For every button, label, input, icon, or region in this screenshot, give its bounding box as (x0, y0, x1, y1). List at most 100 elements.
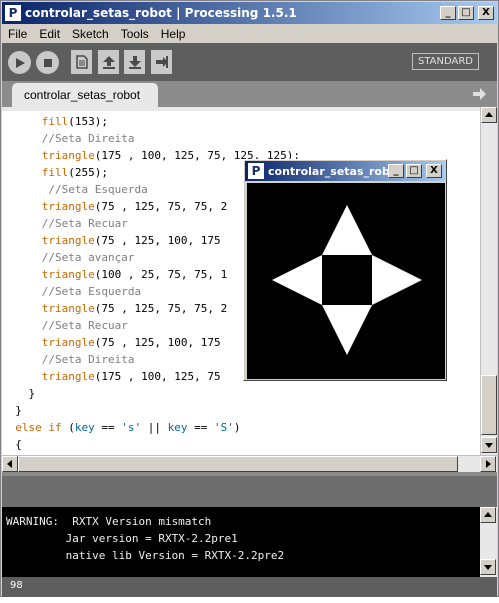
stop-icon (43, 58, 52, 67)
menu-bar: File Edit Sketch Tools Help (2, 24, 497, 43)
export-icon (155, 56, 168, 68)
code-token: triangle (41, 149, 95, 162)
menu-help[interactable]: Help (155, 27, 192, 41)
sketch-close-button[interactable]: X (426, 164, 442, 178)
code-line: triangle(75 , 125, 75, 75, 2 (2, 300, 227, 317)
editor-vertical-scrollbar[interactable] (480, 107, 497, 455)
menu-sketch[interactable]: Sketch (66, 27, 115, 41)
maximize-button[interactable]: □ (458, 6, 474, 20)
code-token: key (74, 421, 95, 434)
line-number: 98 (10, 580, 23, 591)
scroll-down-button[interactable] (481, 437, 497, 453)
sketch-window-title: controlar_setas_rob... (268, 164, 388, 178)
console-scroll-up-button[interactable] (480, 507, 496, 523)
code-line: fill(153); (2, 113, 108, 130)
code-token: (175 , 100, 125, 75 (94, 370, 221, 383)
code-token: //Seta Direita (41, 132, 135, 145)
stop-button[interactable] (36, 51, 59, 74)
code-token: ( (61, 421, 75, 434)
menu-tools[interactable]: Tools (115, 27, 155, 41)
main-titlebar[interactable]: P controlar_setas_robot | Processing 1.5… (2, 2, 497, 24)
processing-app-icon: P (5, 5, 21, 21)
sketch-canvas[interactable] (247, 183, 445, 379)
code-line: else if (key == 's' || key == 'S') (2, 419, 240, 436)
console-scroll-down-button[interactable] (480, 559, 496, 575)
save-button[interactable] (124, 50, 145, 74)
console-output[interactable]: WARNING: RXTX Version mismatch Jar versi… (2, 507, 480, 577)
export-button[interactable] (151, 50, 172, 74)
code-line: //Seta Esquerda (2, 181, 148, 198)
menu-edit[interactable]: Edit (33, 27, 66, 41)
arrow-right-icon (486, 460, 491, 468)
sketch-minimize-button[interactable]: _ (388, 164, 404, 178)
code-token: fill (41, 166, 69, 179)
sketch-maximize-button[interactable]: □ (406, 164, 422, 178)
code-token: (75 , 125, 100, 175 (94, 234, 221, 247)
arrow-right-shape (372, 255, 422, 305)
code-line: //Seta Esquerda (2, 283, 141, 300)
scrollbar-thumb[interactable] (481, 375, 497, 435)
code-line: //Seta Recuar (2, 215, 128, 232)
code-token: } (2, 404, 22, 417)
tab-bar: controlar_setas_robot (2, 81, 497, 107)
tab-menu-arrow-icon[interactable] (471, 86, 487, 102)
code-token: triangle (41, 302, 95, 315)
code-line: fill(255); (2, 164, 108, 181)
code-token: (75 , 125, 75, 75, 2 (94, 302, 228, 315)
center-square (322, 255, 372, 305)
code-line: { (2, 436, 22, 453)
code-token: triangle (41, 336, 95, 349)
code-token: else if (15, 421, 62, 434)
arrow-down-shape (322, 305, 372, 355)
processing-app-icon: P (248, 163, 264, 179)
code-token: } (2, 387, 36, 400)
editor-horizontal-scrollbar[interactable] (2, 455, 497, 472)
code-token: 'S' (213, 421, 234, 434)
close-button[interactable]: X (478, 6, 494, 20)
new-button[interactable] (71, 50, 92, 74)
save-icon (128, 56, 141, 69)
mode-selector[interactable]: STANDARD (411, 53, 479, 70)
arrow-down-icon (485, 443, 493, 448)
code-line: //Seta Direita (2, 130, 135, 147)
toolbar: STANDARD (2, 43, 497, 81)
arrow-down-icon (484, 565, 492, 570)
message-area (2, 472, 497, 507)
sketch-output-window: P controlar_setas_rob... _ □ X (243, 159, 447, 381)
code-token: fill (41, 115, 69, 128)
arrow-left-icon (7, 460, 12, 468)
scroll-left-button[interactable] (2, 456, 18, 472)
horizontal-scrollbar-thumb[interactable] (18, 456, 458, 472)
code-token: (255); (68, 166, 108, 179)
code-token: 's' (121, 421, 142, 434)
code-line: triangle(75 , 125, 100, 175 (2, 334, 221, 351)
minimize-button[interactable]: _ (440, 6, 456, 20)
code-token: triangle (41, 268, 95, 281)
sketch-titlebar[interactable]: P controlar_setas_rob... _ □ X (245, 161, 445, 181)
code-token: //Seta Esquerda (48, 183, 148, 196)
tab-controlar-setas-robot[interactable]: controlar_setas_robot (12, 83, 158, 107)
code-line: //Seta avançar (2, 249, 135, 266)
code-line: //Seta Recuar (2, 317, 128, 334)
scroll-up-button[interactable] (481, 107, 497, 123)
open-button[interactable] (98, 50, 119, 74)
scroll-right-button[interactable] (480, 456, 496, 472)
code-token: == (187, 421, 214, 434)
console-scrollbar[interactable] (480, 507, 497, 577)
console-line: native lib Version = RXTX-2.2pre2 (6, 549, 285, 562)
code-token: //Seta Esquerda (41, 285, 142, 298)
code-token: || (141, 421, 168, 434)
run-button[interactable] (8, 51, 31, 74)
code-token: (153); (68, 115, 108, 128)
menu-file[interactable]: File (2, 27, 33, 41)
